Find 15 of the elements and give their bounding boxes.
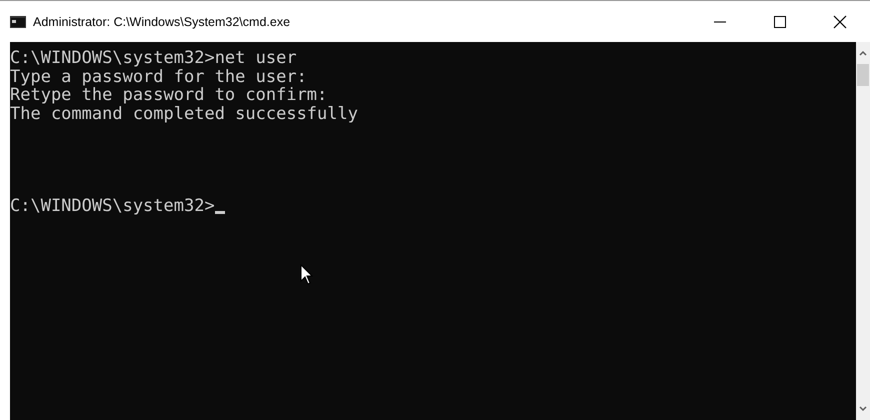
window-title: Administrator: C:\Windows\System32\cmd.exe (33, 14, 292, 28)
scroll-up-icon[interactable] (859, 50, 867, 56)
scrollbar[interactable] (856, 42, 870, 420)
command-prompt: C:\WINDOWS\system32> (10, 197, 215, 216)
scroll-down-icon[interactable] (859, 406, 867, 412)
console-line: The command completed successfully (10, 104, 359, 123)
maximize-icon (774, 16, 786, 28)
minimize-icon (714, 20, 726, 22)
console-line: C:\WINDOWS\system32>net user (10, 49, 298, 68)
terminal-icon (10, 16, 26, 28)
scrollbar-thumb[interactable] (857, 64, 869, 86)
console-line: Type a password for the user: (10, 68, 308, 86)
close-icon (833, 14, 847, 28)
console-line: Retype the password to confirm: (10, 86, 328, 104)
mouse-pointer-icon (300, 264, 314, 286)
